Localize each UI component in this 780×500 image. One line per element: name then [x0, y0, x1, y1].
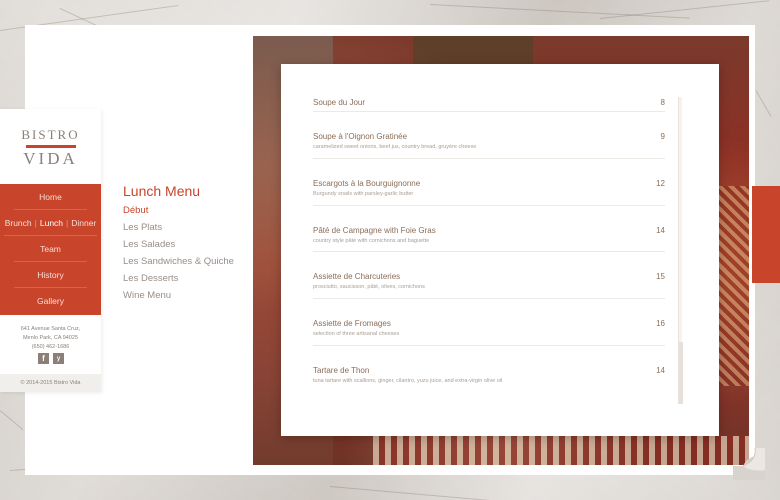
section-menu-title: Lunch Menu: [123, 183, 201, 199]
marble-vein: [0, 410, 24, 431]
dish-list: Soupe du Jour 8 Soupe à l'Oignon Gratinée c…: [313, 78, 665, 393]
phone-number[interactable]: (650) 462-1686: [0, 343, 101, 352]
site-navigation: BISTRO VIDA Home Brunch | Lunch | Dinner Tea…: [0, 109, 101, 392]
social-links: f y: [38, 353, 64, 364]
section-item-les-plats[interactable]: Les Plats: [123, 222, 243, 233]
section-item-les-desserts[interactable]: Les Desserts: [123, 273, 243, 284]
menu-card: Soupe du Jour 8 Soupe à l'Oignon Gratinée c…: [281, 64, 719, 436]
dish-row: Pâté de Campagne with Foie Gras country s…: [313, 206, 665, 253]
dish-description: caramelized sweet onions, beef jus, coun…: [313, 144, 477, 150]
dish-name: Escargots à la Bourguignonne: [313, 178, 421, 188]
marble-vein: [429, 4, 690, 19]
photo-region: [373, 436, 749, 465]
dish-price: 8: [660, 98, 665, 107]
dish-name: Soupe du Jour: [313, 98, 366, 107]
nav-separator: |: [66, 218, 69, 228]
nav-gallery[interactable]: Gallery: [14, 288, 87, 314]
marble-vein: [599, 0, 770, 19]
dish-row: Tartare de Thon tuna tartare with scallio…: [313, 346, 665, 393]
logo-text-top: BISTRO: [21, 127, 80, 142]
dish-name: Tartare de Thon: [313, 365, 370, 375]
dish-description: Burgundy snails with parsley-garlic butt…: [313, 190, 414, 197]
dish-row: Soupe du Jour 8: [313, 78, 665, 112]
nav-meals: Brunch | Lunch | Dinner: [4, 210, 97, 236]
nav-lunch[interactable]: Lunch: [40, 218, 63, 228]
logo-text-bottom: VIDA: [23, 149, 78, 168]
dish-description: prosciutto, saucisson, pâté, olives, cor…: [313, 284, 425, 291]
copyright: © 2014-2015 Bistro Vida: [0, 374, 101, 392]
nav-dinner[interactable]: Dinner: [71, 218, 96, 228]
dish-price: 15: [656, 272, 665, 282]
dish-row: Assiette de Charcuteries prosciutto, sauc…: [313, 252, 665, 300]
section-item-wine-menu[interactable]: Wine Menu: [123, 290, 243, 301]
dish-price: 16: [656, 319, 665, 329]
section-item-les-salades[interactable]: Les Salades: [123, 239, 243, 250]
dish-row: Assiette de Fromages selection of three a…: [313, 299, 665, 346]
side-accent-tab: [752, 186, 780, 283]
main-nav: Home Brunch | Lunch | Dinner Team History Ga…: [0, 184, 101, 315]
dish-price: 9: [660, 132, 665, 141]
nav-team[interactable]: Team: [14, 236, 87, 262]
dish-name: Assiette de Charcuteries: [313, 272, 401, 282]
dish-name: Pâté de Campagne with Foie Gras: [313, 225, 436, 235]
section-item-les-sandwiches[interactable]: Les Sandwiches & Quiche: [123, 256, 243, 267]
address-block: 641 Avenue Santa Cruz, Menlo Park, CA 94…: [0, 325, 101, 352]
scrollbar[interactable]: [678, 97, 683, 404]
dish-price: 14: [656, 365, 665, 375]
nav-home[interactable]: Home: [14, 184, 87, 210]
logo-divider: [25, 145, 76, 148]
marble-vein: [329, 486, 530, 500]
photo-region: [413, 36, 533, 66]
yelp-icon[interactable]: y: [53, 353, 64, 364]
nav-history[interactable]: History: [14, 262, 87, 288]
dish-row: Soupe à l'Oignon Gratinée caramelized swe…: [313, 112, 665, 159]
address-line-1: 641 Avenue Santa Cruz,: [20, 326, 81, 332]
section-menu: Lunch Menu Début Les Plats Les Salades L…: [123, 183, 243, 307]
nav-brunch[interactable]: Brunch: [5, 218, 32, 228]
marble-vein: [755, 90, 772, 117]
address-line-2: Menlo Park, CA 94025: [22, 335, 79, 341]
dish-description: tuna tartare with scallions, ginger, cil…: [313, 377, 503, 384]
facebook-icon[interactable]: f: [38, 353, 49, 364]
dish-description: country style pâté with cornichons and b…: [313, 237, 430, 244]
logo[interactable]: BISTRO VIDA: [0, 127, 101, 185]
dish-description: selection of three artisanal cheeses: [313, 331, 400, 338]
dish-price: 14: [656, 225, 665, 235]
page-curl-icon: [733, 448, 765, 480]
dish-name: Soupe à l'Oignon Gratinée: [313, 132, 408, 141]
dish-name: Assiette de Fromages: [313, 319, 391, 329]
section-item-debut[interactable]: Début: [123, 205, 243, 216]
dish-row: Escargots à la Bourguignonne Burgundy sna…: [313, 159, 665, 206]
nav-separator: |: [34, 218, 37, 228]
scrollbar-thumb[interactable]: [679, 342, 683, 404]
dish-price: 12: [656, 178, 665, 188]
